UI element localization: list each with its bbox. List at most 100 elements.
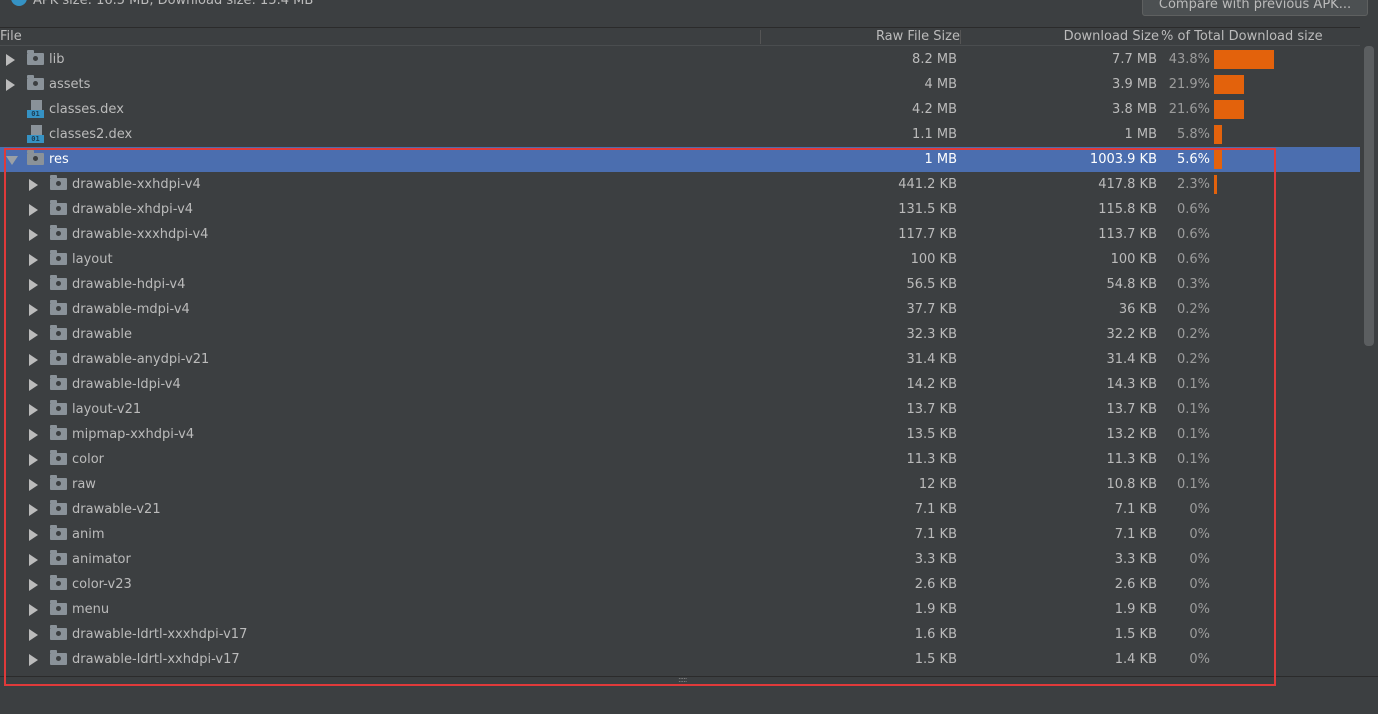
row-raw-size: 441.2 KB xyxy=(898,177,957,192)
expand-collapsed-icon[interactable] xyxy=(29,579,38,591)
expand-collapsed-icon[interactable] xyxy=(29,404,38,416)
download-share-bar xyxy=(1214,50,1274,69)
expand-collapsed-icon[interactable] xyxy=(29,629,38,641)
table-row[interactable]: lib 8.2 MB 7.7 MB 43.8% xyxy=(0,47,1360,72)
table-row[interactable]: drawable-v21 7.1 KB 7.1 KB 0% xyxy=(0,497,1360,522)
expand-collapsed-icon[interactable] xyxy=(29,354,38,366)
folder-open-icon xyxy=(27,150,44,165)
table-row[interactable]: color 11.3 KB 11.3 KB 0.1% xyxy=(0,447,1360,472)
compare-apk-button[interactable]: Compare with previous APK... xyxy=(1142,0,1368,16)
table-row[interactable]: menu 1.9 KB 1.9 KB 0% xyxy=(0,597,1360,622)
expand-collapsed-icon[interactable] xyxy=(29,479,38,491)
table-row[interactable]: mipmap-xxhdpi-v4 13.5 KB 13.2 KB 0.1% xyxy=(0,422,1360,447)
row-raw-size: 100 KB xyxy=(910,252,957,267)
expand-collapsed-icon[interactable] xyxy=(29,279,38,291)
table-row[interactable]: drawable-xhdpi-v4 131.5 KB 115.8 KB 0.6% xyxy=(0,197,1360,222)
table-row[interactable]: res 1 MB 1003.9 KB 5.6% xyxy=(0,147,1360,172)
expand-collapsed-icon[interactable] xyxy=(6,54,15,66)
table-row[interactable]: 01 classes2.dex 1.1 MB 1 MB 5.8% xyxy=(0,122,1360,147)
expand-collapsed-icon[interactable] xyxy=(29,554,38,566)
row-name: assets xyxy=(49,77,91,92)
expand-collapsed-icon[interactable] xyxy=(29,454,38,466)
folder-icon xyxy=(50,600,67,615)
table-row[interactable]: anim 7.1 KB 7.1 KB 0% xyxy=(0,522,1360,547)
expand-collapsed-icon[interactable] xyxy=(29,204,38,216)
download-share-bar xyxy=(1214,75,1244,94)
row-download-size: 1.4 KB xyxy=(1114,652,1157,667)
column-header-file[interactable]: File xyxy=(0,28,22,46)
row-name: menu xyxy=(72,602,110,617)
row-raw-size: 117.7 KB xyxy=(898,227,957,242)
row-percent: 0% xyxy=(1189,652,1210,667)
row-download-size: 1 MB xyxy=(1124,127,1157,142)
expand-collapsed-icon[interactable] xyxy=(29,379,38,391)
table-row[interactable]: color-v23 2.6 KB 2.6 KB 0% xyxy=(0,572,1360,597)
row-raw-size: 7.1 KB xyxy=(914,502,957,517)
expand-collapsed-icon[interactable] xyxy=(29,504,38,516)
table-row[interactable]: drawable-xxhdpi-v4 441.2 KB 417.8 KB 2.3% xyxy=(0,172,1360,197)
row-name: layout xyxy=(72,252,113,267)
expand-collapsed-icon[interactable] xyxy=(29,529,38,541)
row-download-size: 7.1 KB xyxy=(1114,502,1157,517)
row-name: drawable-xxxhdpi-v4 xyxy=(72,227,209,242)
row-name: drawable-v21 xyxy=(72,502,161,517)
column-divider[interactable] xyxy=(760,30,761,44)
table-row[interactable]: drawable 32.3 KB 32.2 KB 0.2% xyxy=(0,322,1360,347)
row-raw-size: 37.7 KB xyxy=(906,302,957,317)
apk-size-summary: APK size: 16.5 MB, Download size: 15.4 M… xyxy=(33,0,314,8)
table-row[interactable]: 01 classes.dex 4.2 MB 3.8 MB 21.6% xyxy=(0,97,1360,122)
table-row[interactable]: layout 100 KB 100 KB 0.6% xyxy=(0,247,1360,272)
expand-collapsed-icon[interactable] xyxy=(29,304,38,316)
table-row[interactable]: assets 4 MB 3.9 MB 21.9% xyxy=(0,72,1360,97)
row-download-size: 1.5 KB xyxy=(1114,627,1157,642)
table-row[interactable]: drawable-ldrtl-xxxhdpi-v17 1.6 KB 1.5 KB 0% xyxy=(0,622,1360,647)
row-download-size: 32.2 KB xyxy=(1106,327,1157,342)
row-download-size: 3.8 MB xyxy=(1112,102,1157,117)
row-percent: 43.8% xyxy=(1168,52,1210,67)
expand-open-icon[interactable] xyxy=(6,156,18,165)
table-row[interactable]: drawable-anydpi-v21 31.4 KB 31.4 KB 0.2% xyxy=(0,347,1360,372)
table-row[interactable]: drawable-ldpi-v4 14.2 KB 14.3 KB 0.1% xyxy=(0,372,1360,397)
column-divider[interactable] xyxy=(960,30,961,44)
table-row[interactable]: animator 3.3 KB 3.3 KB 0% xyxy=(0,547,1360,572)
row-percent: 0.6% xyxy=(1176,252,1210,267)
vertical-scrollbar[interactable] xyxy=(1362,46,1378,676)
row-download-size: 2.6 KB xyxy=(1114,577,1157,592)
scrollbar-thumb[interactable] xyxy=(1364,46,1374,346)
expand-collapsed-icon[interactable] xyxy=(29,329,38,341)
expand-collapsed-icon[interactable] xyxy=(29,429,38,441)
expand-collapsed-icon[interactable] xyxy=(29,229,38,241)
expand-collapsed-icon[interactable] xyxy=(29,604,38,616)
table-row[interactable]: drawable-mdpi-v4 37.7 KB 36 KB 0.2% xyxy=(0,297,1360,322)
table-row[interactable]: drawable-ldrtl-xxhdpi-v17 1.5 KB 1.4 KB 0% xyxy=(0,647,1360,672)
splitter-grip-icon[interactable]: ::::: xyxy=(678,676,698,684)
row-percent: 0% xyxy=(1189,527,1210,542)
folder-icon xyxy=(50,550,67,565)
download-share-bar xyxy=(1214,150,1222,169)
expand-collapsed-icon[interactable] xyxy=(29,179,38,191)
column-header-raw-size[interactable]: Raw File Size xyxy=(876,28,960,46)
table-row[interactable]: drawable-hdpi-v4 56.5 KB 54.8 KB 0.3% xyxy=(0,272,1360,297)
table-row[interactable]: drawable-xxxhdpi-v4 117.7 KB 113.7 KB 0.6% xyxy=(0,222,1360,247)
expand-collapsed-icon[interactable] xyxy=(29,654,38,666)
column-header-download-size[interactable]: Download Size xyxy=(1064,28,1159,46)
expand-collapsed-icon[interactable] xyxy=(6,79,15,91)
row-raw-size: 11.3 KB xyxy=(906,452,957,467)
column-header-percent[interactable]: % of Total Download size xyxy=(1161,28,1323,46)
row-percent: 0.2% xyxy=(1176,302,1210,317)
folder-icon xyxy=(50,175,67,190)
folder-icon xyxy=(27,75,44,90)
apk-summary-bar: APK size: 16.5 MB, Download size: 15.4 M… xyxy=(0,0,1378,26)
row-raw-size: 2.6 KB xyxy=(914,577,957,592)
table-row[interactable]: layout-v21 13.7 KB 13.7 KB 0.1% xyxy=(0,397,1360,422)
table-row[interactable]: raw 12 KB 10.8 KB 0.1% xyxy=(0,472,1360,497)
row-download-size: 7.1 KB xyxy=(1114,527,1157,542)
row-name: drawable-xxhdpi-v4 xyxy=(72,177,201,192)
row-name: drawable-ldpi-v4 xyxy=(72,377,181,392)
row-raw-size: 32.3 KB xyxy=(906,327,957,342)
expand-collapsed-icon[interactable] xyxy=(29,254,38,266)
file-tree-table[interactable]: lib 8.2 MB 7.7 MB 43.8% assets 4 MB 3.9 MB 21.9… xyxy=(0,47,1360,675)
download-share-bar xyxy=(1214,125,1222,144)
row-percent: 0.6% xyxy=(1176,227,1210,242)
row-download-size: 13.2 KB xyxy=(1106,427,1157,442)
